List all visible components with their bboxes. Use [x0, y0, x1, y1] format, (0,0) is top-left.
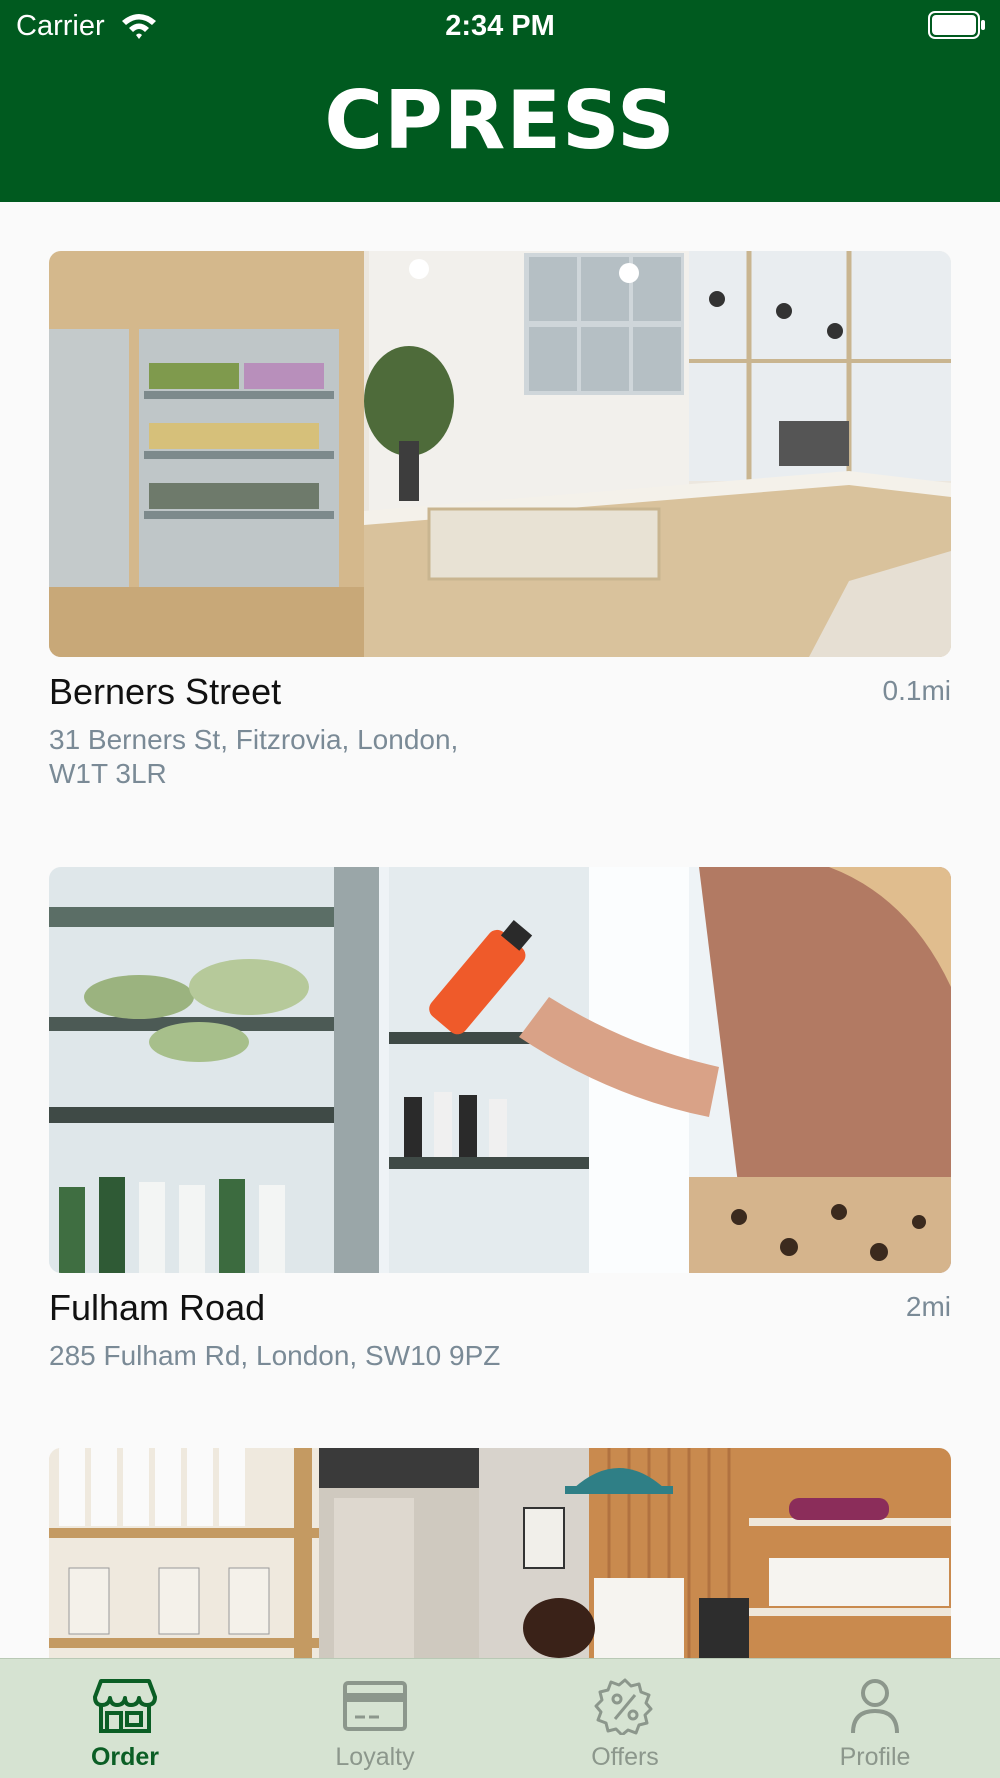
- tab-loyalty[interactable]: Loyalty: [250, 1659, 500, 1778]
- store-distance: 0.1mi: [882, 675, 951, 706]
- status-bar: Carrier 2:34 PM: [0, 0, 1000, 50]
- store-photo: [49, 867, 951, 1273]
- store-card-fulham-road[interactable]: Fulham Road 2mi 285 Fulham Rd, London, S…: [49, 867, 951, 1387]
- person-icon: [851, 1679, 899, 1734]
- store-name: Fulham Road: [49, 1287, 266, 1328]
- store-distance: 2mi: [905, 1291, 951, 1322]
- brand-logo: CPRESS: [324, 74, 676, 167]
- status-time: 2:34 PM: [445, 10, 555, 42]
- storefront-icon: [93, 1679, 157, 1733]
- battery-icon: [928, 11, 985, 39]
- store-photo: [49, 1448, 951, 1658]
- store-card-third[interactable]: [49, 1448, 951, 1658]
- card-icon: [343, 1681, 407, 1731]
- store-address: 285 Fulham Rd, London, SW10 9PZ: [49, 1340, 501, 1371]
- store-address: 31 Berners St, Fitzrovia, London, W1T 3L…: [49, 724, 459, 789]
- tab-offers[interactable]: Offers: [500, 1659, 750, 1778]
- percent-badge-icon: [594, 1678, 653, 1735]
- tab-label: Order: [90, 1743, 160, 1771]
- tab-order[interactable]: Order: [0, 1659, 250, 1778]
- store-name: Berners Street: [49, 671, 282, 712]
- tab-label: Loyalty: [335, 1743, 415, 1771]
- app-header: Carrier 2:34 PM CPRESS: [0, 0, 1000, 202]
- tab-bar: Order Loyalty Offers Profile: [0, 1658, 1000, 1778]
- tab-profile[interactable]: Profile: [750, 1659, 1000, 1778]
- store-card-berners-street[interactable]: Berners Street 0.1mi 31 Berners St, Fitz…: [49, 251, 951, 811]
- tab-label: Offers: [591, 1743, 659, 1771]
- store-list[interactable]: Berners Street 0.1mi 31 Berners St, Fitz…: [0, 202, 1000, 1658]
- tab-label: Profile: [839, 1743, 911, 1771]
- store-photo: [49, 251, 951, 657]
